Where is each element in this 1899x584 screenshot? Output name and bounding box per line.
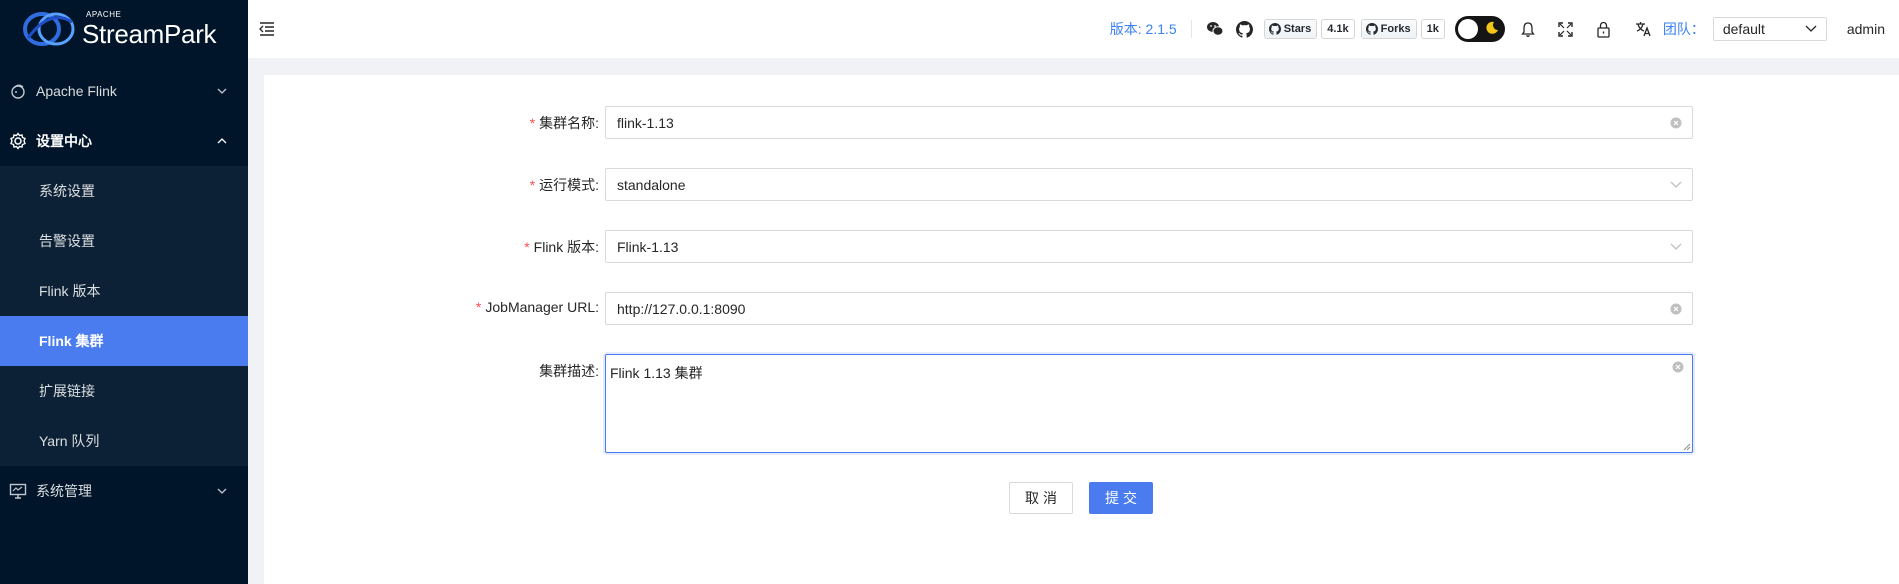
description-textarea[interactable]: Flink 1.13 集群 — [605, 354, 1693, 453]
team-select[interactable]: default — [1712, 17, 1827, 41]
sidebar-item-flink-cluster[interactable]: Flink 集群 — [0, 316, 248, 366]
label-text: JobManager URL — [485, 299, 596, 315]
chevron-up-icon — [216, 135, 228, 147]
bell-icon[interactable] — [1517, 18, 1539, 40]
required-mark: * — [529, 177, 536, 193]
sidebar-item-settings-center[interactable]: 设置中心 — [0, 116, 248, 166]
sidebar-item-apache-flink[interactable]: Apache Flink — [0, 66, 248, 116]
run-mode-select[interactable]: standalone — [605, 168, 1693, 201]
sidebar-item-system-settings[interactable]: 系统设置 — [0, 166, 248, 216]
github-forks-button[interactable]: Forks — [1360, 19, 1417, 39]
forks-label: Forks — [1380, 23, 1411, 35]
sidebar: APACHE StreamPark Apache Flink 设置中心 系统设置 — [0, 0, 248, 584]
cancel-button[interactable]: 取消 — [1009, 482, 1073, 514]
chevron-down-icon — [1670, 241, 1682, 253]
menu-fold-icon[interactable] — [258, 20, 276, 38]
header-divider — [1190, 20, 1192, 38]
sidebar-item-external-links[interactable]: 扩展链接 — [0, 366, 248, 416]
jobmanager-url-value: http://127.0.0.1:8090 — [617, 300, 746, 317]
cluster-name-value: flink-1.13 — [617, 114, 674, 131]
github-icon — [1365, 23, 1378, 35]
label-colon: : — [595, 239, 599, 255]
description-value: Flink 1.13 集群 — [610, 365, 703, 381]
cluster-name-input[interactable]: flink-1.13 — [605, 106, 1693, 139]
header-toolbar: 版本: 2.1.5 Stars 4.1k Forks 1k 团队： defaul… — [1110, 0, 1899, 58]
stars-label: Stars — [1283, 23, 1312, 35]
translate-icon[interactable] — [1633, 18, 1655, 40]
logo-name-text: StreamPark — [82, 19, 217, 49]
chevron-down-icon — [216, 85, 228, 97]
sidebar-item-system-management[interactable]: 系统管理 — [0, 466, 248, 516]
clear-icon[interactable] — [1672, 361, 1684, 373]
toggle-knob — [1457, 19, 1478, 39]
monitor-icon — [8, 481, 28, 501]
dark-mode-toggle[interactable] — [1454, 16, 1505, 42]
run-mode-value: standalone — [617, 176, 686, 193]
flink-version-label: * Flink 版本: — [264, 237, 599, 257]
label-colon: : — [595, 177, 599, 193]
description-label: 集群描述: — [264, 361, 599, 381]
version-text: 版本: 2.1.5 — [1109, 21, 1177, 37]
chevron-down-icon — [1670, 179, 1682, 191]
flink-version-select[interactable]: Flink-1.13 — [605, 230, 1693, 263]
sidebar-item-flink-version[interactable]: Flink 版本 — [0, 266, 248, 316]
cluster-name-label: * 集群名称: — [264, 113, 599, 133]
label-text: 集群名称 — [539, 115, 596, 131]
sidebar-item-label: 系统管理 — [36, 483, 92, 499]
sidebar-item-alert-settings[interactable]: 告警设置 — [0, 216, 248, 266]
logo-apache-text: APACHE — [86, 10, 122, 19]
cluster-form-card: * 集群名称: flink-1.13 * 运行模式: standalone * Fli… — [264, 75, 1899, 584]
resize-handle-icon[interactable] — [1683, 443, 1691, 451]
clear-icon[interactable] — [1670, 303, 1682, 315]
sidebar-item-label: 设置中心 — [36, 133, 92, 149]
submit-button[interactable]: 提交 — [1089, 482, 1153, 514]
label-text: 集群描述 — [539, 363, 596, 379]
label-colon: : — [595, 299, 599, 315]
sidebar-item-yarn-queue[interactable]: Yarn 队列 — [0, 416, 248, 466]
run-mode-label: * 运行模式: — [264, 175, 599, 195]
required-mark: * — [529, 115, 536, 131]
clear-icon[interactable] — [1670, 117, 1682, 129]
side-menu: Apache Flink 设置中心 系统设置 告警设置 Flink 版本 Fli… — [0, 66, 248, 516]
jobmanager-url-label: * JobManager URL: — [264, 299, 599, 315]
settings-submenu: 系统设置 告警设置 Flink 版本 Flink 集群 扩展链接 Yarn 队列 — [0, 166, 248, 466]
user-name[interactable]: admin — [1847, 21, 1885, 37]
required-mark: * — [475, 299, 482, 315]
chevron-down-icon — [1805, 25, 1817, 32]
gear-icon — [8, 131, 28, 151]
github-icon[interactable] — [1234, 18, 1256, 40]
label-text: 运行模式 — [539, 177, 596, 193]
lock-icon[interactable] — [1593, 18, 1615, 40]
flink-squirrel-icon — [8, 81, 28, 101]
github-icon — [1268, 23, 1281, 35]
chevron-down-icon — [216, 485, 228, 497]
flink-version-value: Flink-1.13 — [617, 238, 679, 255]
fullscreen-icon[interactable] — [1555, 18, 1577, 40]
label-text: Flink 版本 — [533, 239, 596, 255]
sidebar-item-label: Apache Flink — [36, 83, 117, 99]
streampark-logo-icon — [23, 12, 75, 46]
github-stars-button[interactable]: Stars — [1263, 19, 1318, 39]
team-select-value: default — [1722, 21, 1765, 37]
moon-icon — [1486, 21, 1498, 34]
label-colon: : — [595, 363, 599, 379]
team-label: 团队： — [1662, 21, 1705, 37]
stars-count[interactable]: 4.1k — [1321, 19, 1355, 39]
required-mark: * — [524, 239, 530, 255]
label-colon: : — [595, 115, 599, 131]
jobmanager-url-input[interactable]: http://127.0.0.1:8090 — [605, 292, 1693, 325]
wechat-icon[interactable] — [1204, 18, 1226, 40]
forks-count[interactable]: 1k — [1420, 19, 1445, 39]
top-header: 版本: 2.1.5 Stars 4.1k Forks 1k 团队： defaul… — [248, 0, 1899, 58]
logo[interactable]: APACHE StreamPark — [0, 0, 248, 58]
